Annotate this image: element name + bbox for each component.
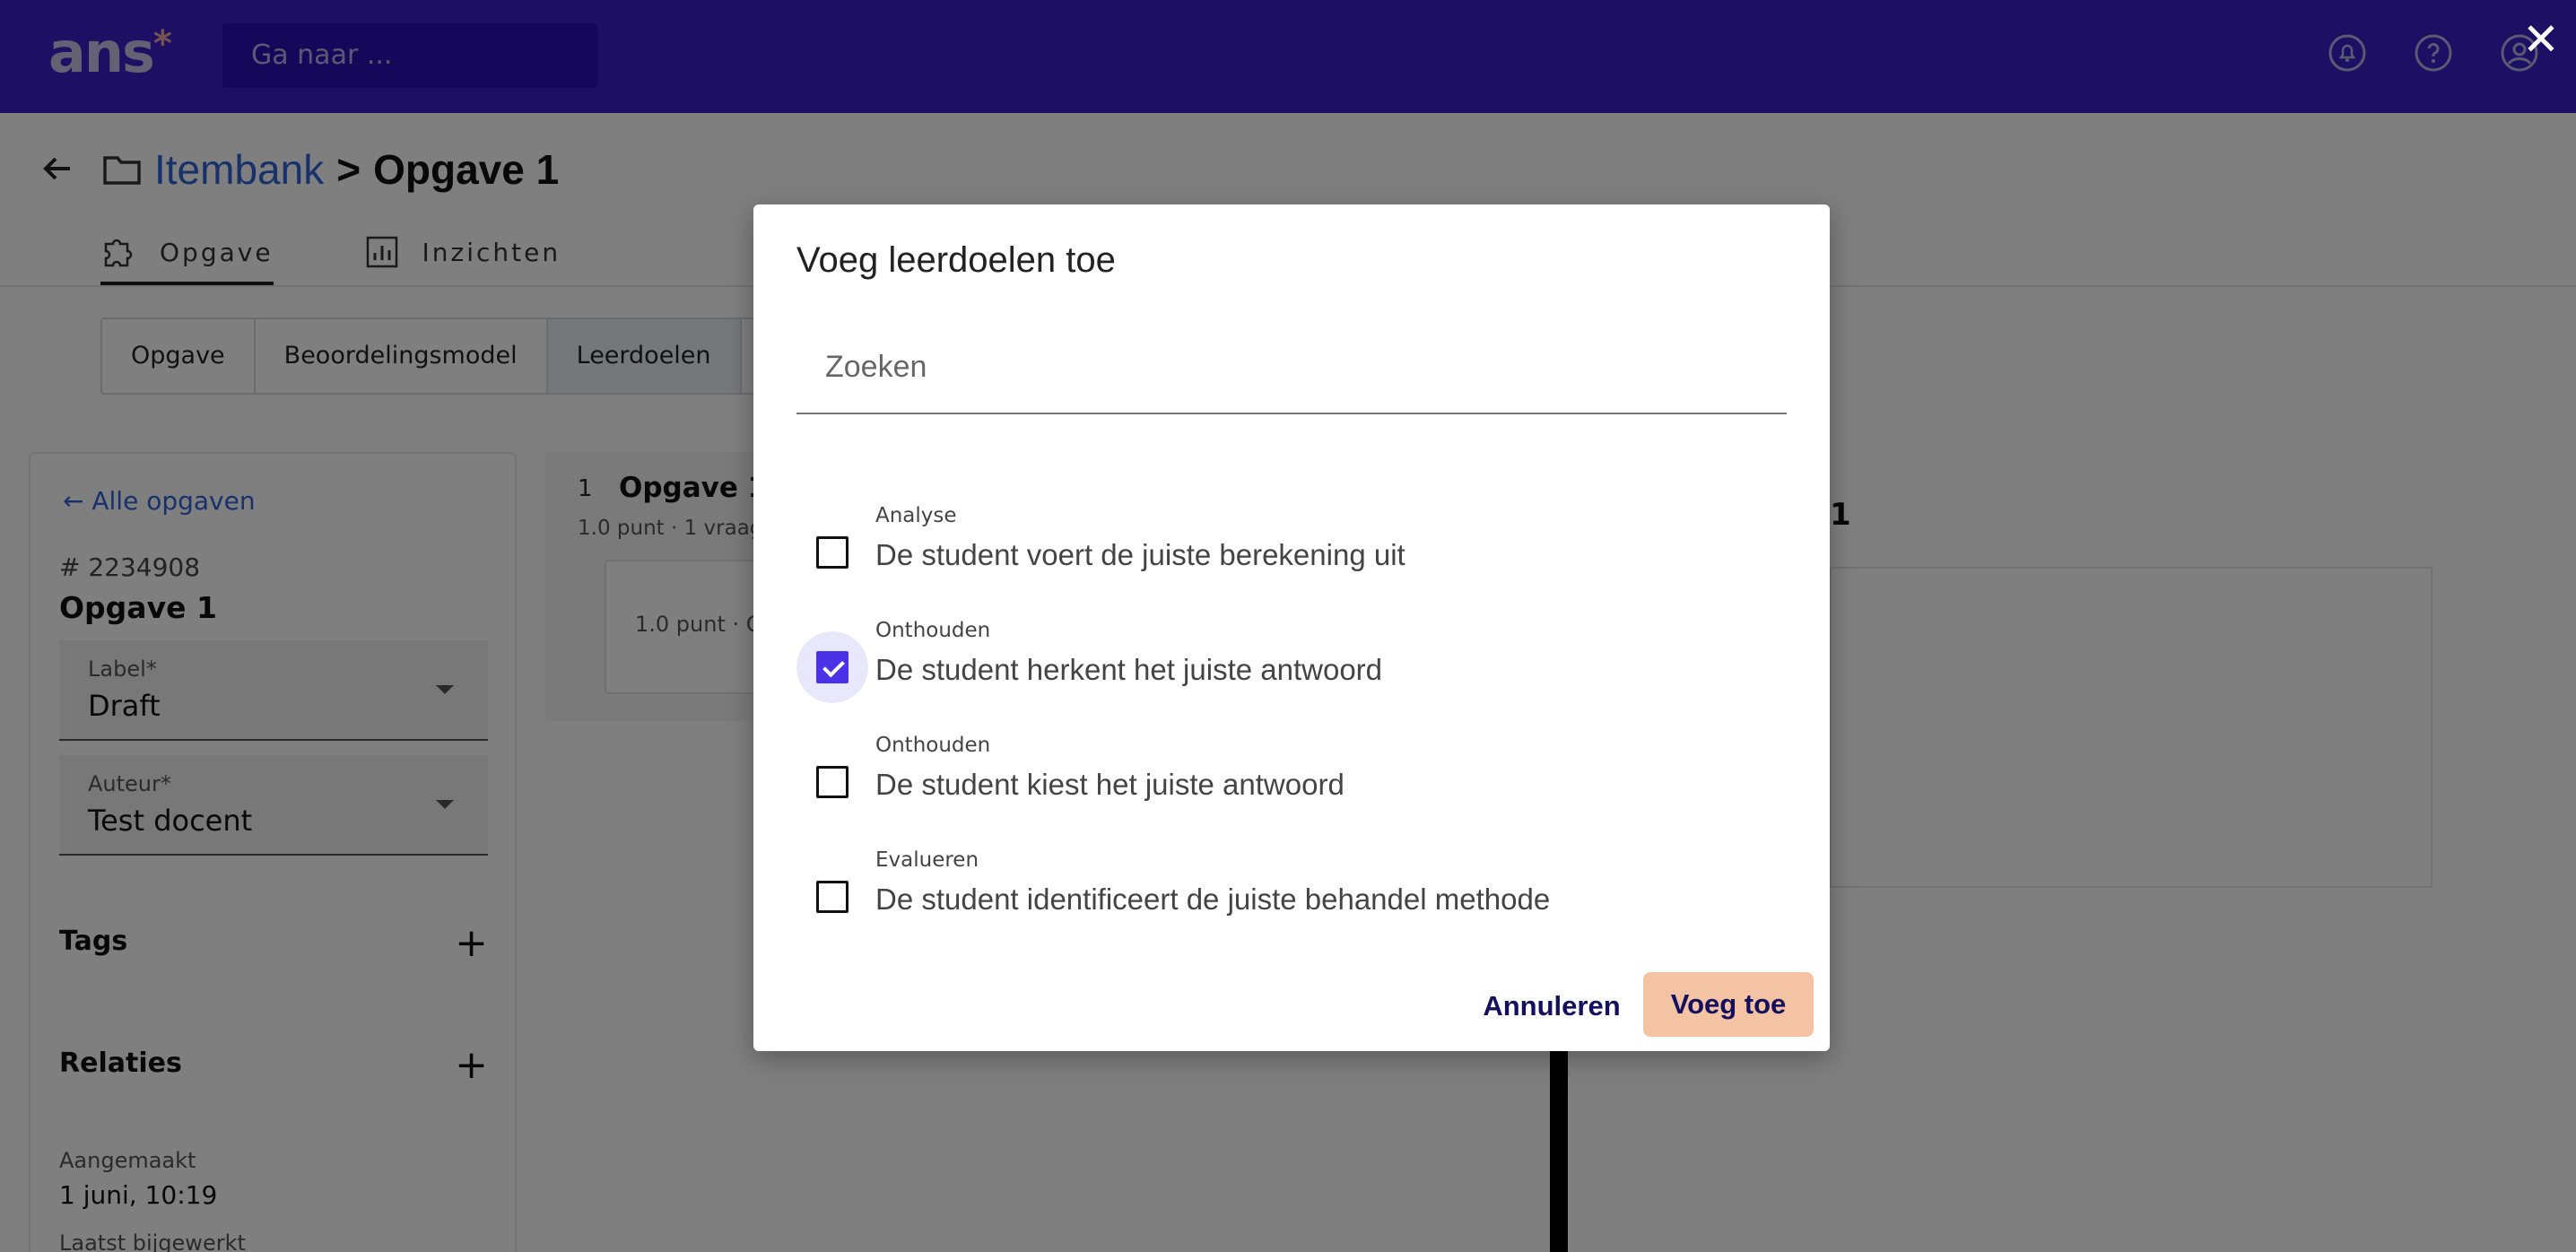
goal-category: Onthouden — [875, 619, 991, 642]
goal-category: Analyse — [875, 504, 957, 527]
goal-text: De student kiest het juiste antwoord — [875, 768, 1345, 801]
goal-category: Onthouden — [875, 734, 991, 757]
add-learning-goals-dialog: Voeg leerdoelen toe Analyse De student v… — [753, 204, 1830, 1051]
goal-checkbox[interactable] — [816, 651, 849, 683]
add-button[interactable]: Voeg toe — [1643, 972, 1814, 1037]
checkbox-wrapper — [796, 517, 868, 588]
goal-option[interactable]: Onthouden De student herkent het juiste … — [796, 608, 1787, 709]
goal-checkbox[interactable] — [816, 536, 849, 569]
goal-checkbox[interactable] — [816, 881, 849, 913]
goal-category: Evalueren — [875, 848, 979, 872]
goal-text: De student voert de juiste berekening ui… — [875, 538, 1405, 571]
dialog-title: Voeg leerdoelen toe — [796, 240, 1116, 280]
goal-text: De student identificeert de juiste behan… — [875, 882, 1551, 916]
goal-option[interactable]: Onthouden De student kiest het juiste an… — [796, 723, 1787, 823]
goal-option[interactable]: Analyse De student voert de juiste berek… — [796, 493, 1787, 594]
goal-checkbox[interactable] — [816, 766, 849, 798]
dialog-search-field — [796, 321, 1787, 414]
cancel-button[interactable]: Annuleren — [1462, 974, 1641, 1039]
goal-text: De student herkent het juiste antwoord — [875, 653, 1383, 686]
goal-option[interactable]: Evalueren De student identificeert de ju… — [796, 838, 1787, 938]
checkbox-wrapper — [796, 861, 868, 933]
checkbox-wrapper — [796, 746, 868, 818]
dialog-search-input[interactable] — [796, 321, 1787, 413]
checkbox-wrapper — [796, 631, 868, 703]
close-icon[interactable]: ✕ — [2522, 17, 2560, 62]
